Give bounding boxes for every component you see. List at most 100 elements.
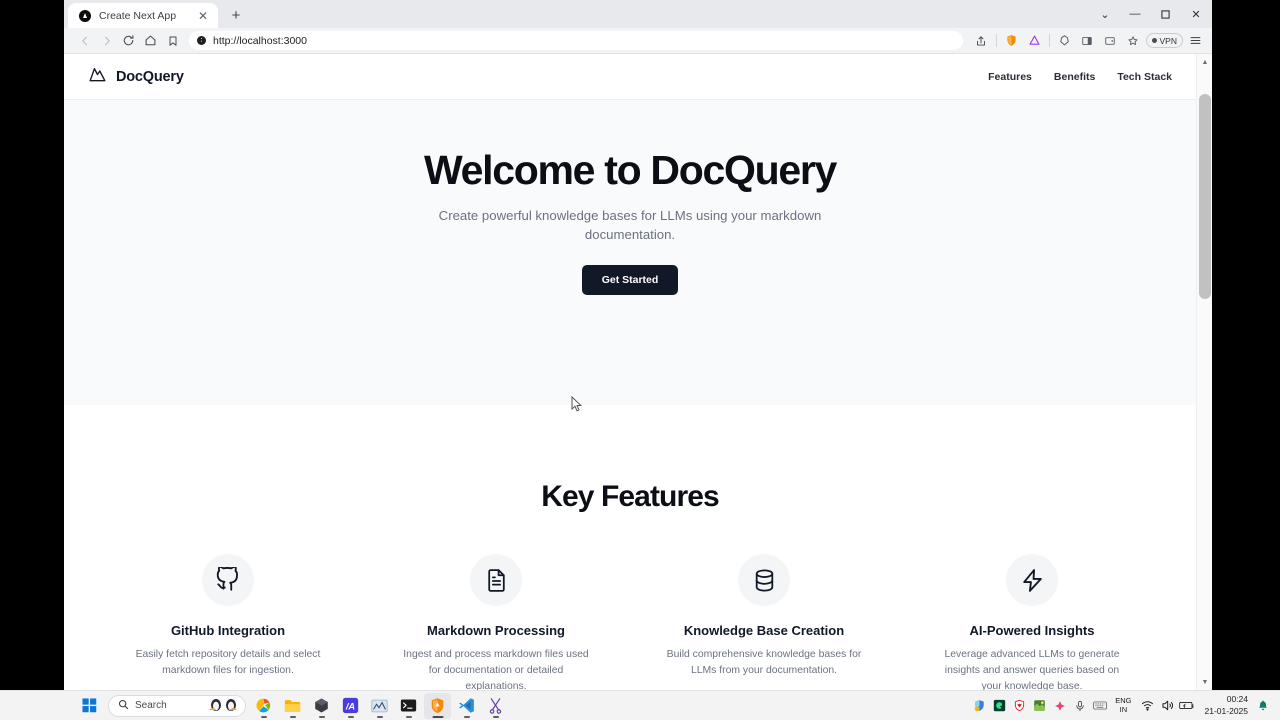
site-info-icon[interactable] <box>197 36 206 45</box>
url-bar[interactable]: http://localhost:3000 <box>189 31 963 50</box>
get-started-button[interactable]: Get Started <box>582 265 679 295</box>
brand-name: DocQuery <box>116 69 184 85</box>
feature-description: Ingest and process markdown files used f… <box>398 647 594 690</box>
nav-link-tech-stack[interactable]: Tech Stack <box>1117 71 1172 83</box>
database-icon <box>738 554 790 606</box>
reload-icon[interactable] <box>118 30 139 51</box>
pink-app-icon[interactable] <box>1050 695 1069 717</box>
security-shield-icon[interactable] <box>970 695 989 717</box>
home-icon[interactable] <box>140 30 161 51</box>
site-nav: Features Benefits Tech Stack <box>988 71 1172 83</box>
chart-app-icon[interactable] <box>366 693 393 719</box>
display-app-icon[interactable] <box>1030 695 1049 717</box>
forward-icon[interactable] <box>96 30 117 51</box>
search-placeholder: Search <box>135 700 167 711</box>
taskbar: Search <box>0 690 1280 720</box>
feature-title: Knowledge Base Creation <box>684 623 844 638</box>
svg-text:/A: /A <box>345 701 356 711</box>
microphone-icon[interactable] <box>1070 695 1089 717</box>
3d-viewer-icon[interactable] <box>308 693 335 719</box>
share-icon[interactable] <box>971 30 992 51</box>
hero-section: Welcome to DocQuery Create powerful know… <box>64 100 1196 405</box>
app-running-indicator <box>319 716 325 718</box>
feature-title: Markdown Processing <box>427 623 565 638</box>
feature-card-github: GitHub Integration Easily fetch reposito… <box>100 554 356 690</box>
scroll-down-arrow[interactable]: ▼ <box>1197 674 1212 690</box>
app-running-indicator <box>464 716 470 718</box>
clock-time: 00:24 <box>1227 694 1248 705</box>
nav-link-benefits[interactable]: Benefits <box>1054 71 1095 83</box>
app-running-indicator <box>348 716 354 718</box>
file-explorer-icon[interactable] <box>279 693 306 719</box>
app-running-indicator <box>290 716 296 718</box>
bookmark-star-icon[interactable] <box>1123 30 1144 51</box>
toolbar-divider-2 <box>1049 34 1050 47</box>
page-scrollbar[interactable]: ▲ ▼ <box>1196 54 1212 690</box>
feature-card-ai-insights: AI-Powered Insights Leverage advanced LL… <box>904 554 1160 690</box>
brave-shields-icon[interactable] <box>1001 30 1022 51</box>
restore-button[interactable] <box>1150 0 1180 28</box>
brave-rewards-icon[interactable] <box>1024 30 1045 51</box>
app-running-indicator <box>493 716 499 718</box>
wallet-icon[interactable] <box>1100 30 1121 51</box>
terminal-icon[interactable] <box>395 693 422 719</box>
feature-card-knowledge-base: Knowledge Base Creation Build comprehens… <box>636 554 892 690</box>
bookmark-icon[interactable] <box>162 30 183 51</box>
mountain-logo-icon <box>88 66 107 88</box>
hero-subtitle: Create powerful knowledge bases for LLMs… <box>430 207 830 244</box>
app-running-indicator <box>261 716 267 718</box>
lightning-bolt-icon <box>1006 554 1058 606</box>
toolbar-right: VPN <box>971 30 1206 51</box>
copilot-icon[interactable] <box>250 693 277 719</box>
vpn-label: VPN <box>1160 36 1177 46</box>
window-controls: ⌄ — ✕ <box>1090 0 1212 28</box>
page-viewport: DocQuery Features Benefits Tech Stack We… <box>64 54 1212 690</box>
feature-title: GitHub Integration <box>171 623 285 638</box>
feature-title: AI-Powered Insights <box>970 623 1095 638</box>
antivirus-icon[interactable] <box>1010 695 1029 717</box>
sidebar-icon[interactable] <box>1077 30 1098 51</box>
tab-title: Create Next App <box>99 10 188 22</box>
close-icon[interactable]: ✕ <box>196 10 210 22</box>
vpn-button[interactable]: VPN <box>1146 33 1183 48</box>
language-secondary: IN <box>1120 706 1128 715</box>
browser-toolbar: http://localhost:3000 <box>64 28 1212 54</box>
tab-strip: Create Next App ✕ + ⌄ — ✕ <box>64 0 1212 28</box>
features-section: Key Features GitHub Integration Easily f… <box>64 405 1196 690</box>
toolbar-divider <box>996 34 997 47</box>
vscode-icon[interactable] <box>453 693 480 719</box>
language-indicator[interactable]: ENG IN <box>1110 697 1136 714</box>
back-icon[interactable] <box>74 30 95 51</box>
bell-icon[interactable] <box>1254 699 1272 712</box>
green-app-icon[interactable] <box>990 695 1009 717</box>
volume-icon[interactable] <box>1158 695 1177 717</box>
app-purple-icon[interactable]: /A <box>337 693 364 719</box>
keyboard-icon[interactable] <box>1090 695 1109 717</box>
battery-icon[interactable] <box>1178 695 1197 717</box>
features-heading: Key Features <box>64 480 1196 514</box>
brave-leo-icon[interactable] <box>1054 30 1075 51</box>
site-header: DocQuery Features Benefits Tech Stack <box>64 54 1196 100</box>
scroll-up-arrow[interactable]: ▲ <box>1197 54 1212 70</box>
windows-start-icon[interactable] <box>76 693 102 719</box>
brand[interactable]: DocQuery <box>88 66 184 88</box>
close-button[interactable]: ✕ <box>1180 0 1212 28</box>
tab-search-chevron-icon[interactable]: ⌄ <box>1090 0 1120 28</box>
feature-card-markdown: Markdown Processing Ingest and process m… <box>368 554 624 690</box>
scrollbar-thumb[interactable] <box>1199 94 1211 299</box>
wifi-icon[interactable] <box>1138 695 1157 717</box>
snipping-tool-icon[interactable] <box>482 693 509 719</box>
hamburger-menu-icon[interactable] <box>1185 30 1206 51</box>
new-tab-button[interactable]: + <box>224 3 248 27</box>
app-running-indicator <box>377 716 383 718</box>
taskbar-clock[interactable]: 00:24 21-01-2025 <box>1198 694 1253 716</box>
search-input[interactable]: Search <box>108 695 246 717</box>
app-running-indicator <box>406 716 412 718</box>
brave-browser-icon[interactable] <box>424 693 451 719</box>
clock-date: 21-01-2025 <box>1205 706 1248 717</box>
minimize-button[interactable]: — <box>1120 0 1150 28</box>
app-running-indicator <box>432 716 443 718</box>
feature-description: Build comprehensive knowledge bases for … <box>666 647 862 679</box>
browser-tab[interactable]: Create Next App ✕ <box>68 3 218 28</box>
nav-link-features[interactable]: Features <box>988 71 1032 83</box>
